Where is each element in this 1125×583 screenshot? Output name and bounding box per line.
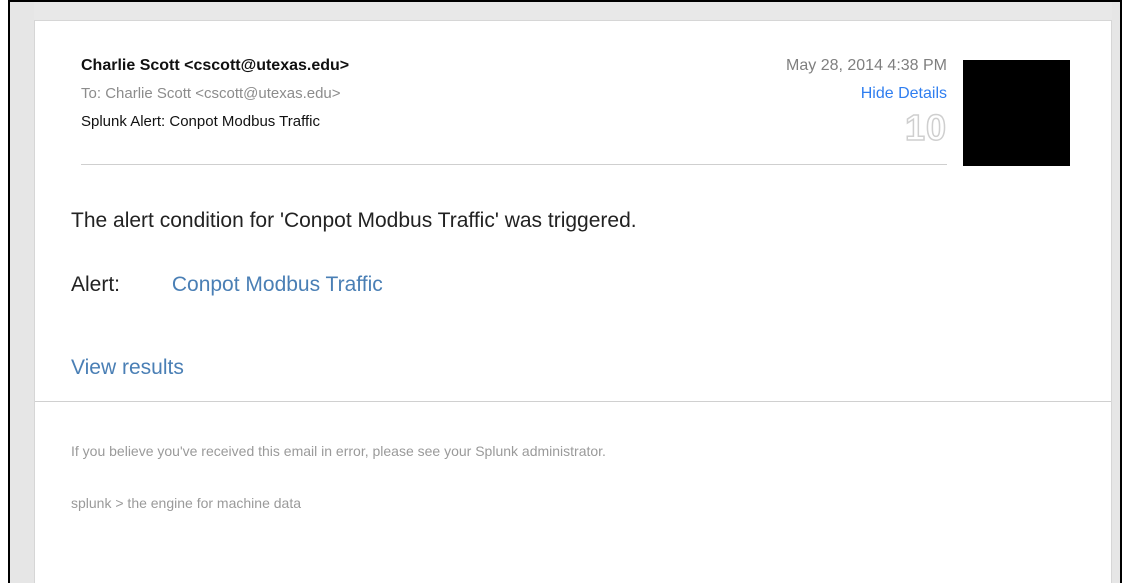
right-gutter <box>1112 2 1120 583</box>
footer-divider <box>35 401 1111 402</box>
avatar <box>963 60 1070 166</box>
hide-details-link[interactable]: Hide Details <box>721 85 947 103</box>
view-results-link[interactable]: View results <box>71 356 184 380</box>
to-label: To: <box>81 85 102 102</box>
email-message: Charlie Scott <cscott@utexas.edu> To: Ch… <box>34 20 1112 583</box>
alert-row: Alert: Conpot Modbus Traffic <box>71 273 383 297</box>
date-time: May 28, 2014 4:38 PM <box>786 57 947 74</box>
recipient-row: To: Charlie Scott <cscott@utexas.edu> <box>81 85 341 102</box>
footer-brand: splunk > the engine for machine data <box>71 495 301 511</box>
alert-condition-text: The alert condition for 'Conpot Modbus T… <box>71 209 637 232</box>
header-divider <box>81 164 947 165</box>
alert-label: Alert: <box>71 273 121 296</box>
sender: Charlie Scott <cscott@utexas.edu> <box>81 57 350 74</box>
message-count: 10 <box>904 106 947 149</box>
recipient: Charlie Scott <cscott@utexas.edu> <box>105 85 341 102</box>
left-gutter <box>10 2 34 583</box>
footer-note: If you believe you've received this emai… <box>71 443 606 459</box>
subject: Splunk Alert: Conpot Modbus Traffic <box>81 113 321 130</box>
alert-name-link[interactable]: Conpot Modbus Traffic <box>172 273 383 296</box>
